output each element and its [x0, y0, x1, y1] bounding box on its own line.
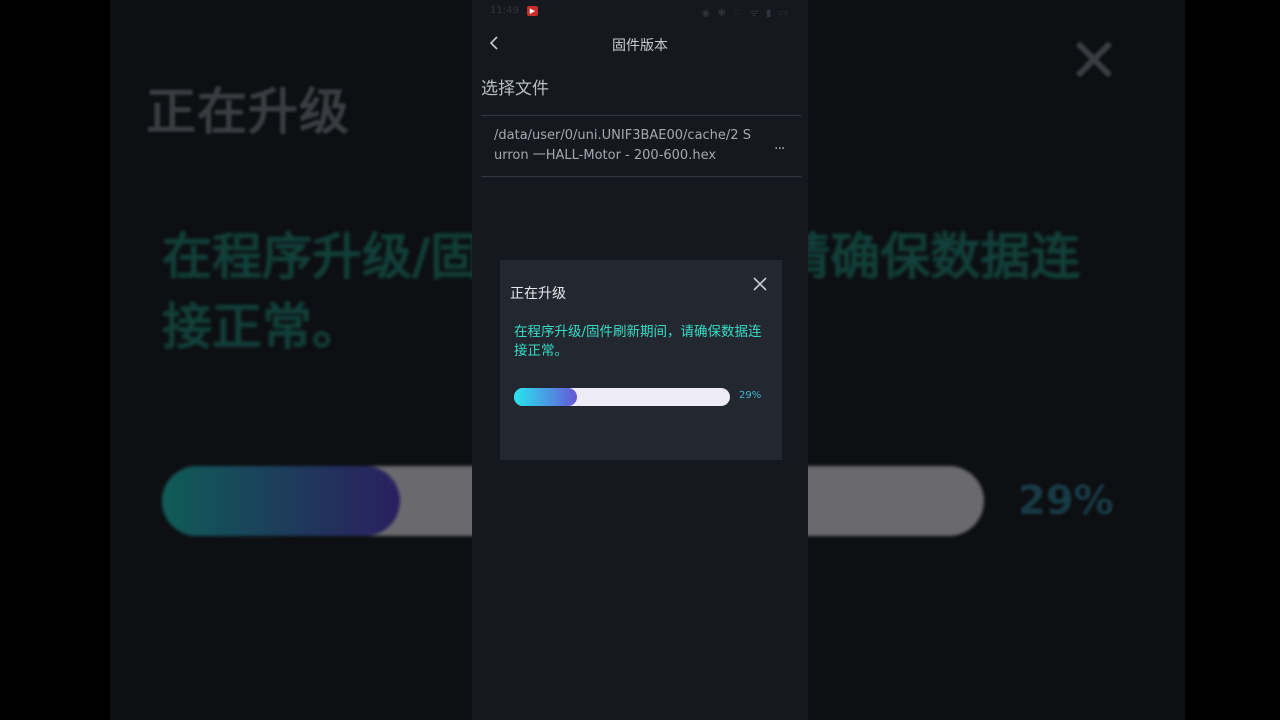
file-path-field[interactable]: /data/user/0/uni.UNIF3BAE00/cache/2 Surr…: [494, 126, 754, 166]
background-dialog-title: 正在升级: [146, 83, 350, 141]
status-icons: ◉ ✱ ⌔ ᯤ ▮ ▭: [701, 8, 790, 19]
background-progress-percent: 29%: [1018, 478, 1114, 524]
progress-bar: [514, 388, 730, 406]
page-title: 固件版本: [612, 38, 668, 54]
divider-top: [481, 115, 801, 116]
dialog-close-button[interactable]: [750, 274, 770, 294]
phone-screen: 11:49 ▶ ◉ ✱ ⌔ ᯤ ▮ ▭ 固件版本 选择文件 /data/user…: [472, 0, 808, 720]
status-bar: 11:49 ▶ ◉ ✱ ⌔ ᯤ ▮ ▭: [472, 0, 808, 24]
more-options-icon[interactable]: ···: [774, 141, 785, 157]
dialog-message: 在程序升级/固件刷新期间，请确保数据连接正常。: [514, 324, 762, 359]
background-close-icon: ✕: [1068, 24, 1120, 97]
dialog-title: 正在升级: [510, 286, 566, 302]
background-progress-fill: [162, 466, 401, 536]
status-time: 11:49: [490, 5, 519, 16]
divider-bottom: [481, 176, 801, 177]
progress-percent: 29%: [739, 390, 762, 401]
upgrade-dialog: 正在升级 在程序升级/固件刷新期间，请确保数据连接正常。 29%: [500, 260, 782, 460]
close-icon: [753, 277, 767, 291]
select-file-title: 选择文件: [481, 79, 549, 99]
notification-badge-icon: ▶: [527, 6, 538, 16]
progress-fill: [514, 388, 577, 406]
